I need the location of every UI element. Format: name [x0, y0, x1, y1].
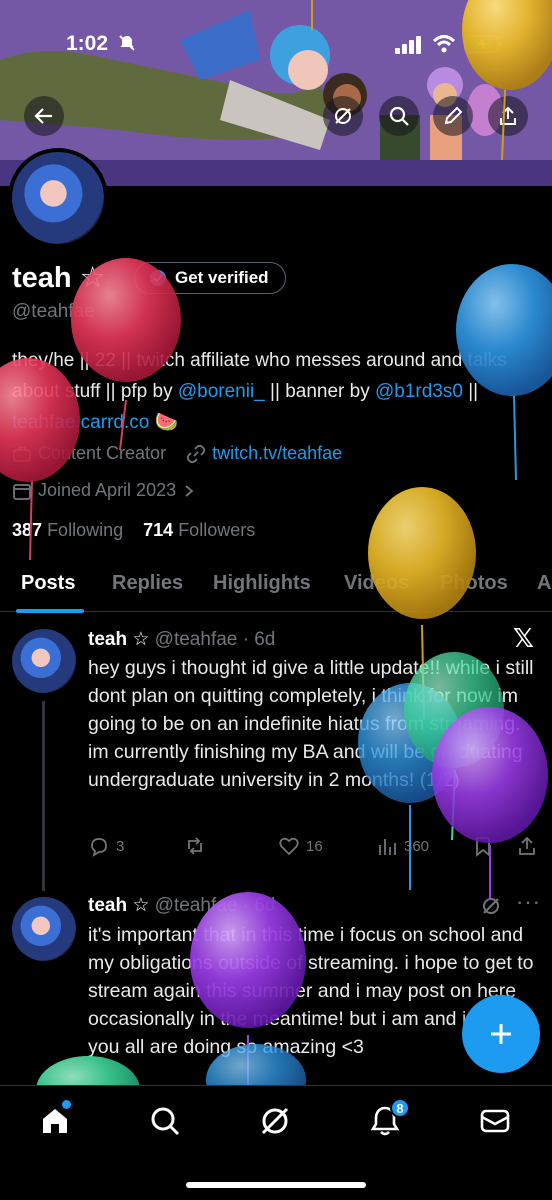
profile-tabs: Posts Replies Highlights Videos Photos A: [0, 560, 552, 613]
post[interactable]: teah ☆ @teahfae · 6d 𝕏 hey guys i though…: [0, 613, 552, 891]
profile-meta: Content Creator twitch.tv/teahfae: [12, 443, 342, 464]
briefcase-icon: [13, 446, 31, 462]
post-handle-time: @teahfae · 6d: [154, 629, 276, 650]
grok-icon: [261, 1107, 289, 1135]
post-handle-time: @teahfae · 6d: [154, 895, 276, 916]
more-options-icon[interactable]: ···: [516, 889, 541, 915]
following-label: Following: [47, 520, 124, 540]
profile-handle: @teahfae: [12, 301, 95, 322]
following-count: 387: [12, 520, 43, 540]
share-post-button[interactable]: [516, 835, 538, 857]
watermelon-emoji: 🍉: [154, 412, 179, 433]
post-header: teah ☆ @teahfae · 6d: [88, 894, 275, 917]
link-icon: [186, 444, 206, 463]
arrow-left-icon: [34, 108, 52, 124]
profile-website[interactable]: twitch.tv/teahfae: [186, 443, 342, 464]
home-indicator: [186, 1182, 366, 1188]
profile-name: teah ☆: [12, 262, 106, 294]
like-button[interactable]: 16: [278, 835, 323, 857]
grok-icon[interactable]: [480, 895, 502, 917]
website-link[interactable]: twitch.tv/teahfae: [212, 443, 342, 464]
bio-text: || banner by: [264, 381, 375, 402]
post-avatar[interactable]: [12, 629, 76, 693]
compose-post-button[interactable]: [462, 995, 540, 1073]
bell-muted-icon: [119, 35, 135, 51]
repost-icon: [188, 837, 202, 855]
followers-count: 714: [143, 520, 174, 540]
battery-charging-icon: [464, 35, 502, 53]
profile-bio: they/he || 22 || twitch affiliate who me…: [12, 345, 542, 438]
views-button[interactable]: 360: [376, 835, 429, 857]
followers-link[interactable]: 714 Followers: [143, 520, 255, 540]
share-button[interactable]: [488, 96, 528, 136]
edit-button[interactable]: [433, 96, 473, 136]
post-author-name[interactable]: teah ☆: [88, 629, 149, 650]
back-button[interactable]: [24, 96, 64, 136]
grok-icon: [335, 108, 351, 124]
profile-joined: Joined April 2023: [12, 480, 196, 501]
joined-label: Joined April 2023: [38, 480, 177, 500]
nav-grok[interactable]: [258, 1104, 292, 1138]
tab-highlights[interactable]: Highlights: [213, 572, 311, 595]
like-count: 16: [306, 837, 323, 855]
get-verified-button[interactable]: Get verified: [134, 262, 286, 294]
bookmark-icon: [476, 837, 490, 857]
reply-count: 3: [116, 837, 125, 855]
plus-icon: [491, 1024, 511, 1044]
cellular-signal-icon: [395, 36, 421, 54]
tab-photos[interactable]: Photos: [440, 572, 508, 595]
following-link[interactable]: 387 Following: [12, 520, 123, 540]
reply-button[interactable]: 3: [88, 835, 124, 857]
profile-avatar[interactable]: [8, 148, 108, 248]
share-icon: [500, 106, 516, 125]
calendar-icon: [13, 483, 31, 500]
follow-counts: 387 Following 714 Followers: [12, 520, 255, 541]
tab-posts[interactable]: Posts: [21, 572, 75, 595]
status-time: 1:02: [66, 32, 109, 55]
nav-search[interactable]: [148, 1104, 182, 1138]
post-avatar[interactable]: [12, 897, 76, 961]
bio-link-carrd[interactable]: teahfae.carrd.co: [12, 412, 149, 433]
bio-link-banner-artist[interactable]: @b1rd3s0: [375, 381, 463, 402]
post-header: teah ☆ @teahfae · 6d: [88, 628, 275, 651]
view-count: 360: [404, 837, 430, 855]
post-author-name[interactable]: teah ☆: [88, 895, 149, 916]
get-verified-label: Get verified: [175, 268, 269, 287]
home-unread-dot: [62, 1100, 71, 1109]
x-logo-icon: 𝕏: [513, 623, 534, 653]
followers-label: Followers: [178, 520, 256, 540]
profile-category: Content Creator: [12, 443, 166, 464]
repost-button[interactable]: [184, 835, 206, 857]
nav-home[interactable]: [38, 1104, 72, 1138]
tab-videos[interactable]: Videos: [344, 572, 409, 595]
chevron-right-icon[interactable]: [182, 484, 196, 498]
heart-icon: [279, 837, 299, 856]
reply-icon: [91, 838, 107, 857]
status-bar: 1:02: [0, 0, 552, 90]
tab-replies[interactable]: Replies: [112, 572, 183, 595]
post-text: hey guys i thought id give a little upda…: [88, 657, 534, 791]
post-actions: 3 16 360: [88, 835, 540, 863]
verified-badge-icon: [150, 270, 166, 286]
mail-icon: [480, 1109, 510, 1133]
category-label: Content Creator: [38, 443, 167, 463]
share-icon: [519, 836, 535, 855]
home-icon: [43, 1109, 67, 1133]
bio-text: ||: [462, 381, 479, 402]
nav-messages[interactable]: [478, 1104, 512, 1138]
views-chart-icon: [379, 839, 396, 855]
notifications-badge: 8: [390, 1098, 410, 1118]
tab-articles[interactable]: A: [537, 572, 551, 595]
pencil-icon: [444, 106, 463, 125]
wifi-icon: [432, 35, 456, 53]
thread-line: [42, 701, 45, 891]
grok-button[interactable]: [323, 96, 363, 136]
bookmark-button[interactable]: [472, 835, 494, 857]
search-icon: [151, 1107, 180, 1136]
bio-link-pfp-artist[interactable]: @borenii_: [178, 381, 265, 402]
search-icon: [389, 106, 409, 126]
search-button[interactable]: [379, 96, 419, 136]
